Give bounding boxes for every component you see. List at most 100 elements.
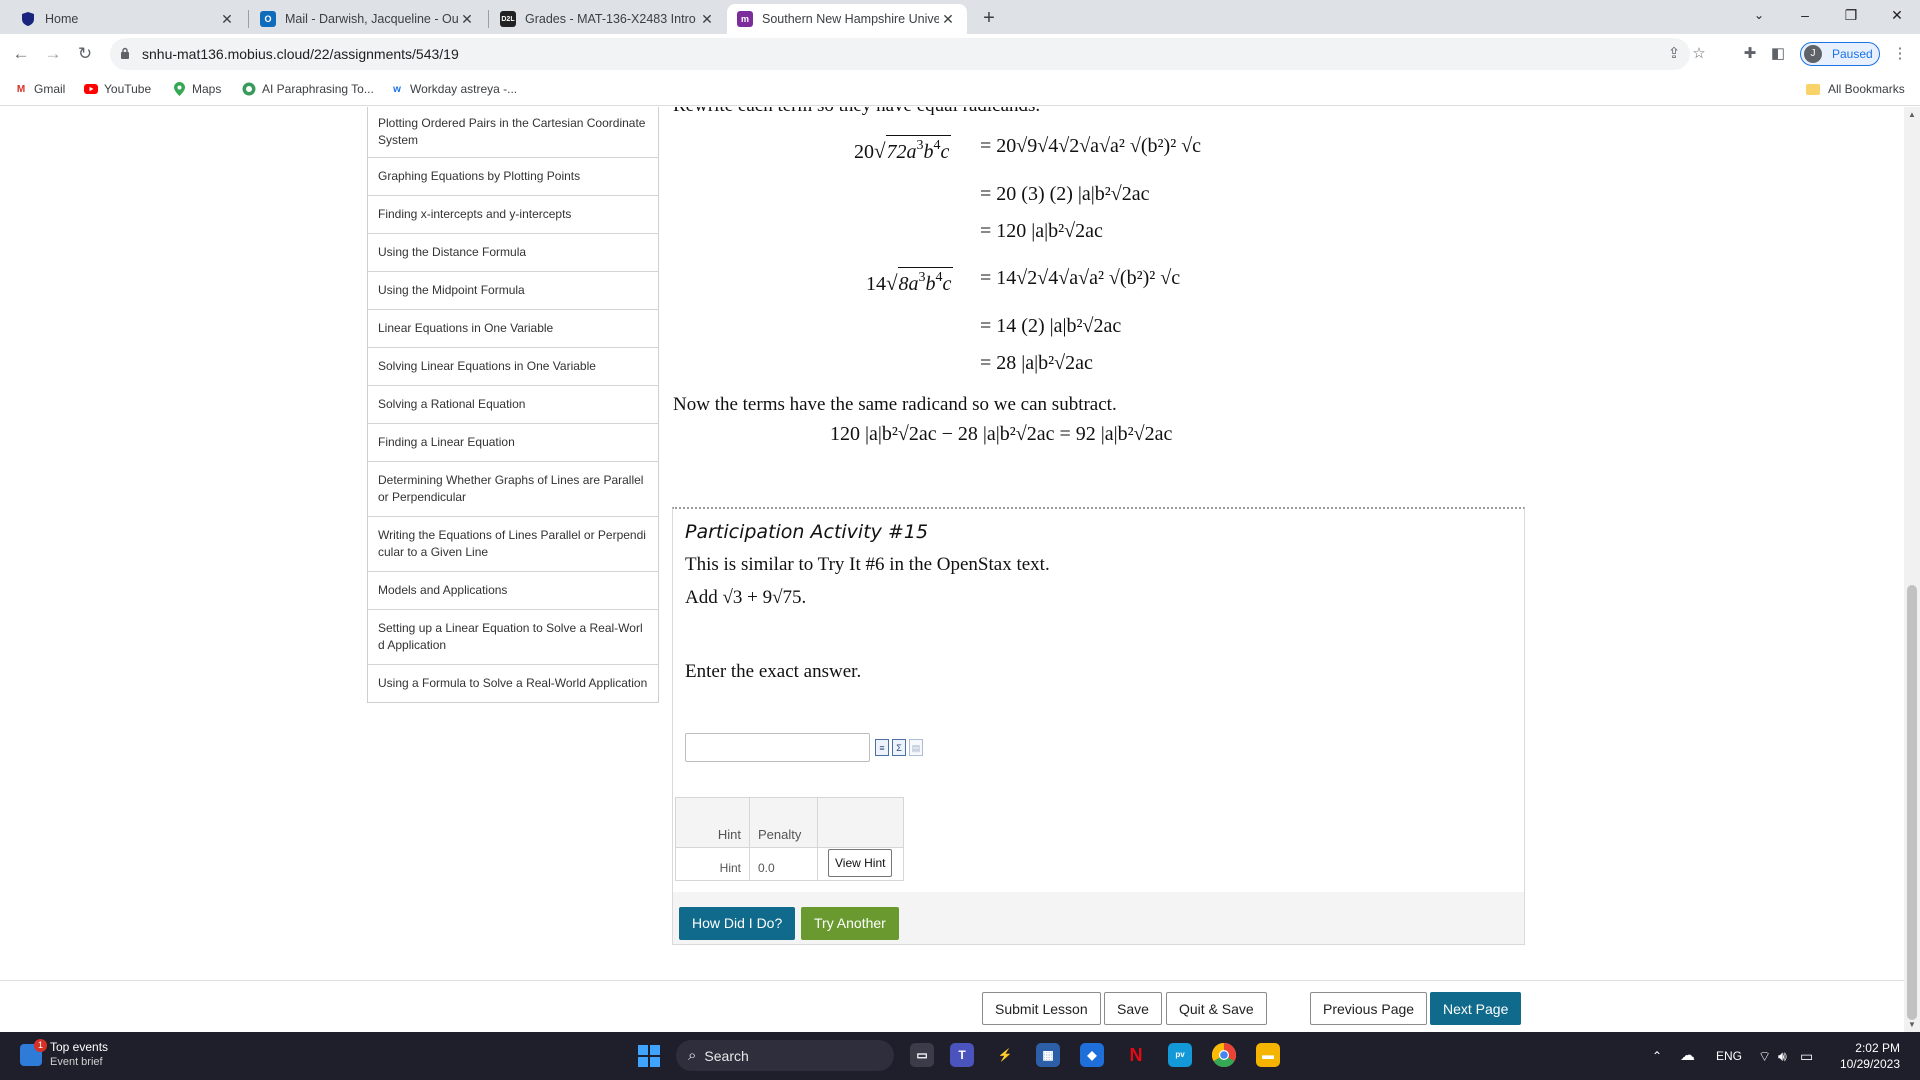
bookmark-maps[interactable]: Maps	[172, 74, 221, 104]
sidebar-item[interactable]: Graphing Equations by Plotting Points	[368, 157, 658, 195]
copilot-icon[interactable]: ◆	[1080, 1043, 1104, 1067]
browser-tab-strip: Home ✕ O Mail - Darwish, Jacqueline - Ou…	[0, 0, 1920, 34]
reload-icon[interactable]: ↻	[74, 43, 96, 65]
sidebar-item[interactable]: Finding a Linear Equation	[368, 423, 658, 461]
volume-icon[interactable]: 🔊︎	[1778, 1032, 1787, 1080]
close-tab-icon[interactable]: ✕	[939, 11, 957, 28]
store-icon[interactable]: ▦	[1036, 1043, 1060, 1067]
bookmark-gmail[interactable]: M Gmail	[14, 74, 66, 104]
folder-icon	[1806, 83, 1820, 95]
sidebar-item[interactable]: Plotting Ordered Pairs in the Cartesian …	[368, 107, 658, 157]
sidebar-item[interactable]: Models and Applications	[368, 571, 658, 609]
previous-page-button[interactable]: Previous Page	[1310, 992, 1428, 1025]
taskbar-search[interactable]: ⌕ Search	[676, 1040, 894, 1071]
sidebar-item[interactable]: Solving a Rational Equation	[368, 385, 658, 423]
prime-video-icon[interactable]: pv	[1168, 1043, 1192, 1067]
how-did-i-do-button[interactable]: How Did I Do?	[679, 907, 796, 940]
close-tab-icon[interactable]: ✕	[698, 11, 716, 28]
minimize-button[interactable]: –	[1782, 0, 1828, 30]
subtraction-result: 120 |a|b²√2ac − 28 |a|b²√2ac = 92 |a|b²√…	[830, 423, 1173, 445]
chrome-icon[interactable]	[1211, 1043, 1236, 1068]
windows-start-icon[interactable]	[638, 1045, 660, 1067]
address-bar[interactable]: snhu-mat136.mobius.cloud/22/assignments/…	[110, 38, 1706, 70]
kebab-menu-icon[interactable]: ⋮	[1890, 43, 1910, 65]
onedrive-icon[interactable]: ☁	[1680, 1032, 1695, 1080]
sidebar-item[interactable]: Writing the Equations of Lines Parallel …	[368, 516, 658, 571]
bookmarks-bar: M Gmail YouTube Maps AI Paraphrasing To.…	[0, 74, 1920, 106]
tab-search-chevron-icon[interactable]: ⌄	[1736, 0, 1782, 30]
activity-title: Participation Activity #15	[685, 521, 929, 543]
sidebar-item[interactable]: Using a Formula to Solve a Real-World Ap…	[368, 664, 658, 702]
hint-penalty: 0.0	[749, 847, 818, 881]
winamp-icon[interactable]: ⚡	[993, 1043, 1017, 1067]
equation-line-1-rhs: = 20√9√4√2√a√a² √(b²)² √c	[980, 135, 1202, 157]
tab-snhu-active[interactable]: m Southern New Hampshire Unive ✕	[727, 4, 967, 34]
next-page-button[interactable]: Next Page	[1430, 992, 1522, 1025]
scroll-down-icon[interactable]: ▼	[1904, 1020, 1920, 1029]
avatar: J	[1804, 45, 1822, 63]
sidebar-item[interactable]: Using the Distance Formula	[368, 233, 658, 271]
file-explorer-icon[interactable]: ▬	[1256, 1043, 1280, 1067]
activity-instruction: Enter the exact answer.	[685, 661, 862, 682]
activity-similar-text: This is similar to Try It #6 in the Open…	[685, 554, 1050, 575]
answer-input[interactable]	[685, 733, 870, 762]
side-panel-icon[interactable]: ◧	[1768, 43, 1788, 65]
view-hint-button[interactable]: View Hint	[828, 849, 893, 877]
bookmark-workday[interactable]: w Workday astreya -...	[390, 74, 517, 104]
page-scrollbar[interactable]: ▲ ▼	[1904, 107, 1920, 1032]
partial-heading: Rewrite each term so they have equal rad…	[673, 107, 1040, 117]
bookmark-youtube[interactable]: YouTube	[84, 74, 151, 104]
news-badge: 1	[34, 1039, 47, 1052]
tab-home[interactable]: Home ✕	[10, 4, 246, 34]
all-bookmarks-button[interactable]: All Bookmarks	[1806, 74, 1905, 104]
share-icon[interactable]: ⇪	[1665, 45, 1683, 63]
equation-line-4: 14√8a3b4c	[866, 267, 954, 296]
close-tab-icon[interactable]: ✕	[218, 11, 236, 28]
netflix-icon[interactable]: N	[1124, 1043, 1148, 1067]
scrollbar-thumb[interactable]	[1907, 585, 1917, 1020]
bookmark-ai-paraphrasing[interactable]: AI Paraphrasing To...	[242, 74, 374, 104]
equation-editor-icon[interactable]: ≡	[875, 739, 889, 756]
sidebar-item[interactable]: Linear Equations in One Variable	[368, 309, 658, 347]
close-window-button[interactable]: ✕	[1874, 0, 1920, 30]
hint-label: Hint	[675, 847, 750, 881]
forward-arrow-icon[interactable]: →	[42, 43, 64, 65]
sidebar-item[interactable]: Solving Linear Equations in One Variable	[368, 347, 658, 385]
quit-save-button[interactable]: Quit & Save	[1166, 992, 1267, 1025]
symbol-palette-icon[interactable]: Σ	[892, 739, 906, 756]
clock[interactable]: 2:02 PM 10/29/2023	[1830, 1040, 1900, 1072]
lock-icon	[121, 47, 129, 59]
sidebar-item[interactable]: Determining Whether Graphs of Lines are …	[368, 461, 658, 516]
tray-chevron-icon[interactable]: ⌃	[1652, 1032, 1662, 1080]
scroll-up-icon[interactable]: ▲	[1904, 110, 1920, 119]
equation-line-5: = 14 (2) |a|b²√2ac	[980, 315, 1122, 337]
lesson-sidebar: Plotting Ordered Pairs in the Cartesian …	[367, 107, 659, 703]
equation-line-6: = 28 |a|b²√2ac	[980, 352, 1093, 374]
action-header	[817, 797, 904, 848]
restore-button[interactable]: ❐	[1828, 0, 1874, 30]
tab-mail[interactable]: O Mail - Darwish, Jacqueline - Outl ✕	[250, 4, 486, 34]
extensions-puzzle-icon[interactable]: ✚	[1740, 43, 1760, 65]
language-indicator[interactable]: ENG	[1716, 1032, 1742, 1080]
back-arrow-icon[interactable]: ←	[10, 43, 32, 65]
maps-icon	[172, 82, 186, 96]
task-view-icon[interactable]: ▭	[910, 1043, 934, 1067]
sidebar-item[interactable]: Using the Midpoint Formula	[368, 271, 658, 309]
new-tab-button[interactable]: +	[976, 5, 1002, 31]
sidebar-item[interactable]: Finding x-intercepts and y-intercepts	[368, 195, 658, 233]
battery-icon[interactable]: ▭	[1800, 1032, 1813, 1080]
close-tab-icon[interactable]: ✕	[458, 11, 476, 28]
teams-icon[interactable]: T	[950, 1043, 974, 1067]
page-viewport: Plotting Ordered Pairs in the Cartesian …	[0, 107, 1904, 979]
preview-document-icon[interactable]: ▤	[909, 739, 923, 756]
try-another-button[interactable]: Try Another	[801, 907, 899, 940]
bookmark-star-icon[interactable]: ☆	[1690, 45, 1708, 63]
save-button[interactable]: Save	[1104, 992, 1162, 1025]
widgets-news[interactable]: 1 Top events Event brief	[20, 1039, 108, 1070]
wifi-icon[interactable]: ⌔	[1758, 1032, 1771, 1080]
mobius-icon: m	[737, 11, 753, 27]
tab-grades[interactable]: D2L Grades - MAT-136-X2483 Intro t ✕	[490, 4, 726, 34]
sidebar-item[interactable]: Setting up a Linear Equation to Solve a …	[368, 609, 658, 664]
profile-paused-button[interactable]: J Paused	[1800, 42, 1880, 66]
submit-lesson-button[interactable]: Submit Lesson	[982, 992, 1101, 1025]
